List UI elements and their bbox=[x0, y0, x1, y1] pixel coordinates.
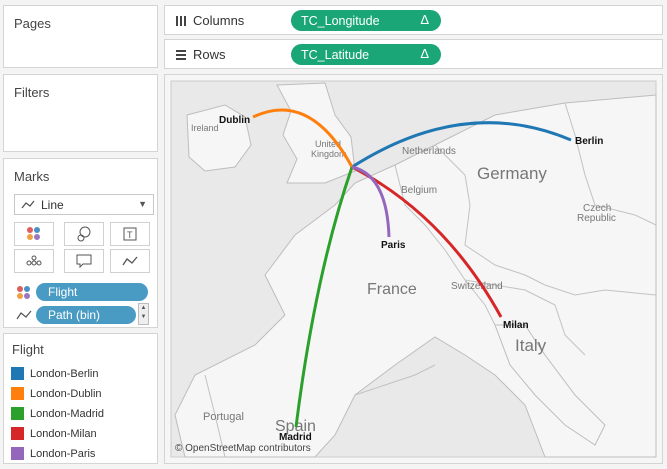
tc-longitude-label: TC_Longitude bbox=[301, 13, 380, 28]
rows-icon bbox=[176, 49, 186, 60]
label-icon: T bbox=[123, 227, 137, 241]
city-label-paris: Paris bbox=[381, 240, 406, 251]
legend-swatch bbox=[11, 447, 24, 460]
tc-latitude-pill[interactable]: TC_Latitude Δ bbox=[291, 44, 441, 65]
pages-panel[interactable]: Pages bbox=[3, 5, 158, 68]
detail-button[interactable] bbox=[14, 249, 54, 273]
city-label-berlin: Berlin bbox=[575, 136, 603, 147]
detail-icon bbox=[26, 255, 42, 266]
legend-label: London-Madrid bbox=[30, 407, 104, 420]
path-button[interactable] bbox=[110, 249, 150, 273]
tc-longitude-pill[interactable]: TC_Longitude Δ bbox=[291, 10, 441, 31]
legend-swatch bbox=[11, 367, 24, 380]
color-dots-icon bbox=[17, 286, 30, 299]
path-icon bbox=[122, 256, 138, 266]
size-button[interactable] bbox=[64, 222, 104, 246]
color-dots-icon bbox=[27, 227, 40, 240]
filters-title: Filters bbox=[14, 85, 50, 100]
svg-text:T: T bbox=[127, 230, 133, 240]
legend-item-london-paris[interactable]: London-Paris bbox=[11, 447, 95, 460]
flight-color-pill[interactable]: Flight bbox=[36, 283, 148, 301]
country-label-portugal: Portugal bbox=[203, 411, 244, 423]
delta-icon: Δ bbox=[420, 46, 429, 61]
size-icon bbox=[77, 226, 91, 242]
legend-item-london-dublin[interactable]: London-Dublin bbox=[11, 387, 102, 400]
tc-latitude-label: TC_Latitude bbox=[301, 47, 370, 62]
legend-title: Flight bbox=[12, 342, 44, 357]
legend-swatch bbox=[11, 427, 24, 440]
marks-card[interactable]: Marks Line ▼ T Flight Path (bin) ▲ ▼ bbox=[3, 158, 158, 328]
path-bin-pill[interactable]: Path (bin) bbox=[36, 306, 136, 324]
path-pill-label: Path (bin) bbox=[48, 308, 101, 322]
legend-swatch bbox=[11, 407, 24, 420]
legend-item-london-milan[interactable]: London-Milan bbox=[11, 427, 97, 440]
rows-shelf[interactable]: Rows TC_Latitude Δ bbox=[164, 39, 663, 69]
legend-label: London-Dublin bbox=[30, 387, 102, 400]
columns-shelf-label: Columns bbox=[175, 13, 244, 28]
legend-item-london-madrid[interactable]: London-Madrid bbox=[11, 407, 104, 420]
country-label-italy: Italy bbox=[515, 336, 547, 355]
color-button[interactable] bbox=[14, 222, 54, 246]
label-button[interactable]: T bbox=[110, 222, 150, 246]
mark-type-dropdown[interactable]: Line ▼ bbox=[14, 194, 154, 215]
flight-pill-label: Flight bbox=[48, 285, 78, 299]
country-label-ireland: Ireland bbox=[191, 123, 219, 133]
filters-panel[interactable]: Filters bbox=[3, 74, 158, 152]
country-label-germany: Germany bbox=[477, 164, 547, 183]
tooltip-icon bbox=[76, 254, 92, 268]
country-label-czech-2: Republic bbox=[577, 213, 616, 224]
legend-item-london-berlin[interactable]: London-Berlin bbox=[11, 367, 99, 380]
chevron-down-icon: ▼ bbox=[138, 199, 147, 209]
country-label-belgium: Belgium bbox=[401, 185, 437, 196]
pages-title: Pages bbox=[14, 16, 51, 31]
legend-swatch bbox=[11, 387, 24, 400]
columns-label-text: Columns bbox=[193, 13, 245, 28]
legend-panel[interactable]: Flight London-Berlin London-Dublin Londo… bbox=[3, 333, 158, 464]
path-icon bbox=[16, 310, 32, 320]
country-label-netherlands: Netherlands bbox=[402, 146, 456, 157]
map-view[interactable]: Ireland United Kingdom Netherlands Germa… bbox=[164, 74, 663, 464]
map-attribution: © OpenStreetMap contributors bbox=[175, 443, 311, 454]
legend-label: London-Milan bbox=[30, 427, 97, 440]
map-canvas[interactable]: Ireland United Kingdom Netherlands Germa… bbox=[165, 75, 662, 463]
country-label-france: France bbox=[367, 281, 417, 298]
marks-title: Marks bbox=[14, 169, 50, 184]
line-mark-icon bbox=[21, 200, 35, 208]
mark-type-label: Line bbox=[41, 197, 64, 212]
rows-label-text: Rows bbox=[193, 47, 226, 62]
tooltip-button[interactable] bbox=[64, 249, 104, 273]
delta-icon: Δ bbox=[420, 12, 429, 27]
city-label-milan: Milan bbox=[503, 320, 529, 331]
columns-shelf[interactable]: Columns TC_Longitude Δ bbox=[164, 5, 663, 35]
country-label-switzerland: Switzerland bbox=[451, 281, 503, 292]
city-label-madrid: Madrid bbox=[279, 432, 312, 443]
columns-icon bbox=[176, 15, 186, 26]
city-label-dublin: Dublin bbox=[219, 115, 250, 126]
rows-shelf-label: Rows bbox=[175, 47, 226, 62]
legend-label: London-Berlin bbox=[30, 367, 99, 380]
legend-label: London-Paris bbox=[30, 447, 96, 460]
marks-scrollbar[interactable]: ▲ ▼ bbox=[138, 303, 149, 325]
